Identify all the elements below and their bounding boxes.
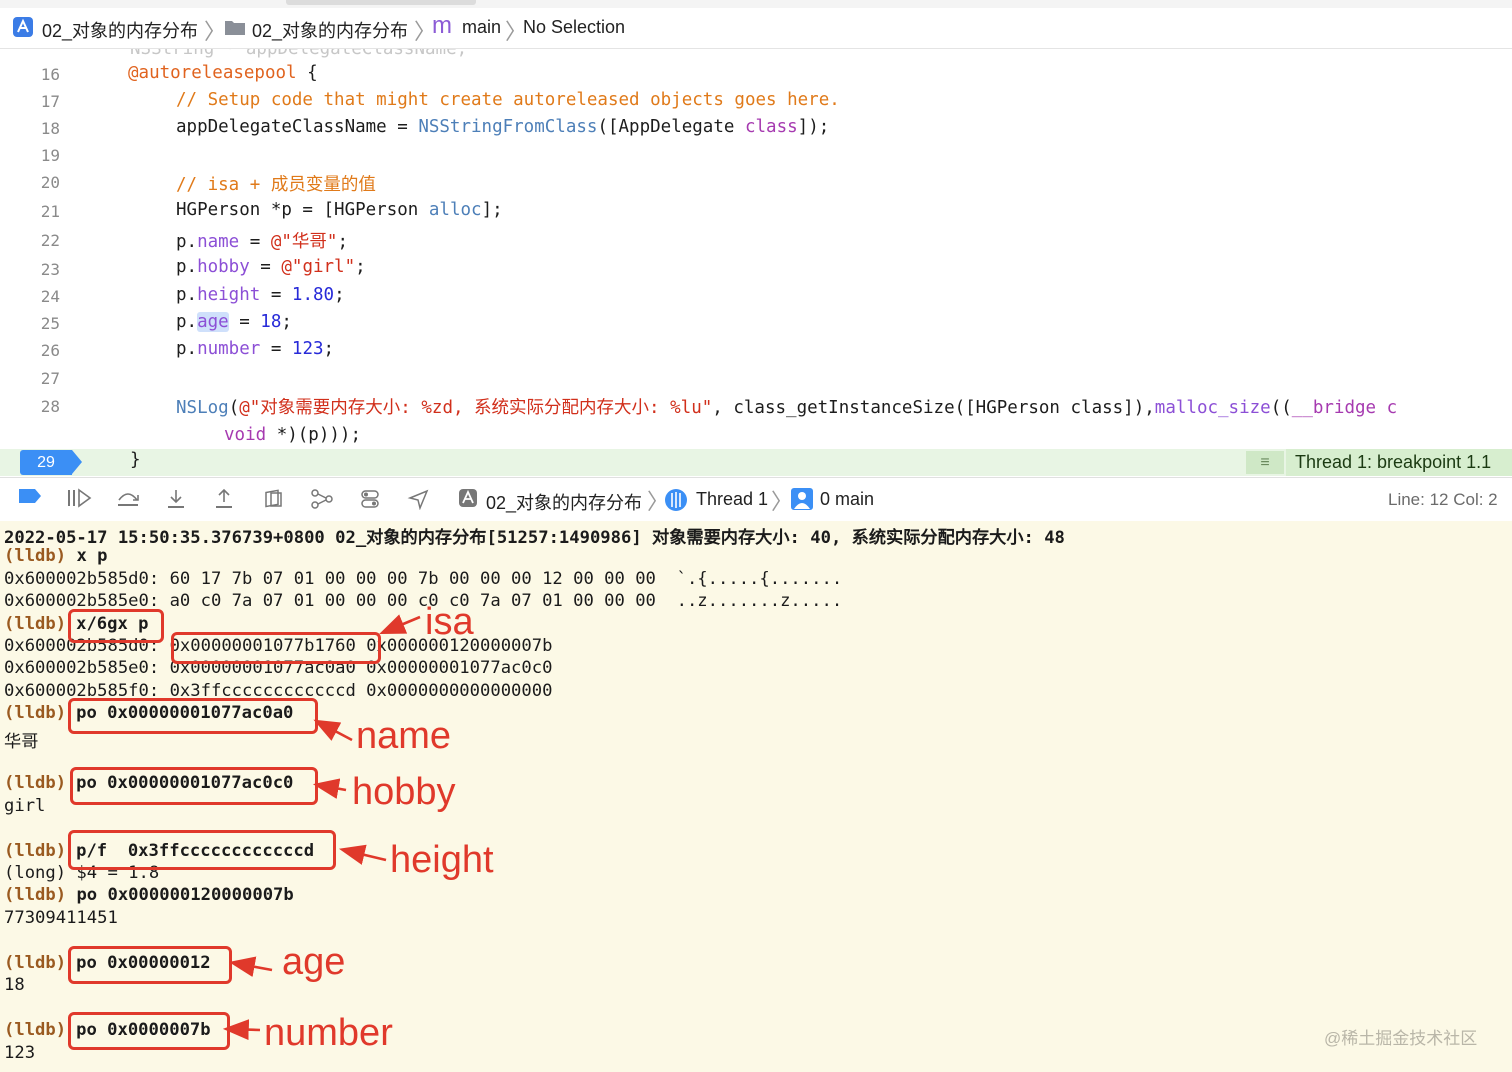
code-line-28-wrap: void *)(p))); — [224, 425, 361, 445]
console-line: 123 — [4, 1043, 36, 1063]
annotation-hobby: hobby — [352, 771, 456, 813]
view-hierarchy-icon[interactable] — [262, 488, 286, 510]
highlight-box — [68, 1012, 230, 1050]
console-log-line: 2022-05-17 15:50:35.376739+0800 02_对象的内存… — [4, 528, 1065, 548]
code-line-17: // Setup code that might create autorele… — [176, 90, 840, 110]
line-number: 27 — [40, 369, 60, 388]
debug-scheme[interactable]: 02_对象的内存分布 — [486, 489, 642, 515]
folder-icon — [224, 18, 246, 41]
list-icon[interactable]: ≡ — [1246, 451, 1284, 474]
code-line-24: p.height = 1.80; — [176, 285, 345, 305]
watermark: @稀土掘金技术社区 — [1324, 1029, 1478, 1048]
code-line-18: appDelegateClassName = NSStringFromClass… — [176, 117, 830, 137]
code-line-25: p.age = 18; — [176, 312, 292, 332]
line-number: 23 — [40, 260, 60, 279]
highlight-box — [68, 698, 318, 734]
debug-thread[interactable]: Thread 1 — [696, 489, 768, 510]
continue-icon[interactable] — [66, 488, 92, 510]
highlight-box — [171, 632, 381, 664]
breakpoint-annotation: Thread 1: breakpoint 1.1 — [1286, 449, 1512, 476]
code-line-20: // isa + 成员变量的值 — [176, 175, 376, 195]
breadcrumb-symbol[interactable]: No Selection — [523, 17, 625, 38]
highlight-box — [70, 767, 318, 805]
highlight-box — [68, 946, 232, 984]
line-number: 24 — [40, 287, 60, 306]
debug-frame[interactable]: 0 main — [820, 489, 874, 510]
code-line-22: p.name = @"华哥"; — [176, 232, 348, 252]
annotation-age: age — [282, 941, 346, 983]
code-line-26: p.number = 123; — [176, 339, 335, 359]
chevron-right-icon: 〉 — [204, 19, 227, 44]
code-line-21: HGPerson *p = [HGPerson alloc]; — [176, 200, 503, 220]
step-out-icon[interactable] — [212, 488, 236, 510]
code-line-29: } — [130, 450, 141, 470]
line-number: 20 — [40, 173, 60, 192]
line-number: 28 — [40, 397, 60, 416]
breakpoints-toggle-icon[interactable] — [18, 488, 42, 510]
code-line-28: NSLog(@"对象需要内存大小: %zd, 系统实际分配内存大小: %lu",… — [176, 398, 1398, 418]
annotation-height: height — [390, 839, 494, 881]
simulate-location-icon[interactable] — [406, 488, 430, 511]
line-number: 17 — [40, 92, 60, 111]
console-line: 华哥 — [4, 732, 39, 752]
objc-file-icon: m — [432, 12, 452, 39]
console-line: girl — [4, 796, 46, 816]
highlight-box — [68, 609, 164, 643]
code-line-16: @autoreleasepool { — [128, 63, 318, 83]
thread-icon — [664, 488, 688, 511]
debug-toolbar: 02_对象的内存分布 〉 Thread 1 〉 0 main Line: 12 … — [0, 477, 1512, 522]
environment-overrides-icon[interactable] — [358, 488, 382, 510]
console-line: 0x600002b585d0: 60 17 7b 07 01 00 00 00 … — [4, 569, 843, 589]
window-top-strip — [0, 0, 1512, 8]
breadcrumb-file[interactable]: main — [462, 17, 501, 38]
console-line: 0x600002b585e0: a0 c0 7a 07 01 00 00 00 … — [4, 591, 843, 611]
breadcrumb-project[interactable]: 02_对象的内存分布 — [42, 17, 198, 43]
step-over-icon[interactable] — [116, 488, 140, 510]
xcode-project-icon[interactable] — [12, 16, 34, 43]
line-number: 19 — [40, 146, 60, 165]
tab-indicator — [286, 0, 476, 5]
annotation-isa: isa — [425, 601, 474, 643]
highlight-box — [68, 830, 336, 870]
line-number: 22 — [40, 231, 60, 250]
line-number: 21 — [40, 202, 60, 221]
code-editor[interactable]: NSString * appDelegateClassName; 16 17 1… — [0, 49, 1512, 474]
stack-frame-icon — [790, 488, 814, 510]
line-number: 18 — [40, 119, 60, 138]
console-line: (lldb) x p — [4, 546, 108, 566]
memory-graph-icon[interactable] — [310, 488, 334, 510]
code-line-23: p.hobby = @"girl"; — [176, 257, 366, 277]
annotation-number: number — [264, 1012, 393, 1054]
line-number: 26 — [40, 341, 60, 360]
breadcrumb-folder[interactable]: 02_对象的内存分布 — [252, 17, 408, 43]
step-into-icon[interactable] — [164, 488, 188, 510]
breadcrumb: 02_对象的内存分布 〉 02_对象的内存分布 〉 m main 〉 No Se… — [0, 8, 1512, 49]
console-line: (lldb) po 0x000000120000007b — [4, 885, 294, 905]
line-number: 16 — [40, 65, 60, 84]
annotation-name: name — [356, 715, 452, 757]
breakpoint-indicator[interactable]: 29 — [20, 450, 82, 475]
console-line: 77309411451 — [4, 908, 118, 928]
partial-code-line: NSString * appDelegateClassName; — [130, 49, 468, 59]
app-target-icon — [456, 488, 480, 510]
console-line: 18 — [4, 975, 25, 995]
line-number: 25 — [40, 314, 60, 333]
selected-identifier: age — [197, 312, 229, 332]
cursor-position: Line: 12 Col: 2 — [1388, 490, 1498, 509]
